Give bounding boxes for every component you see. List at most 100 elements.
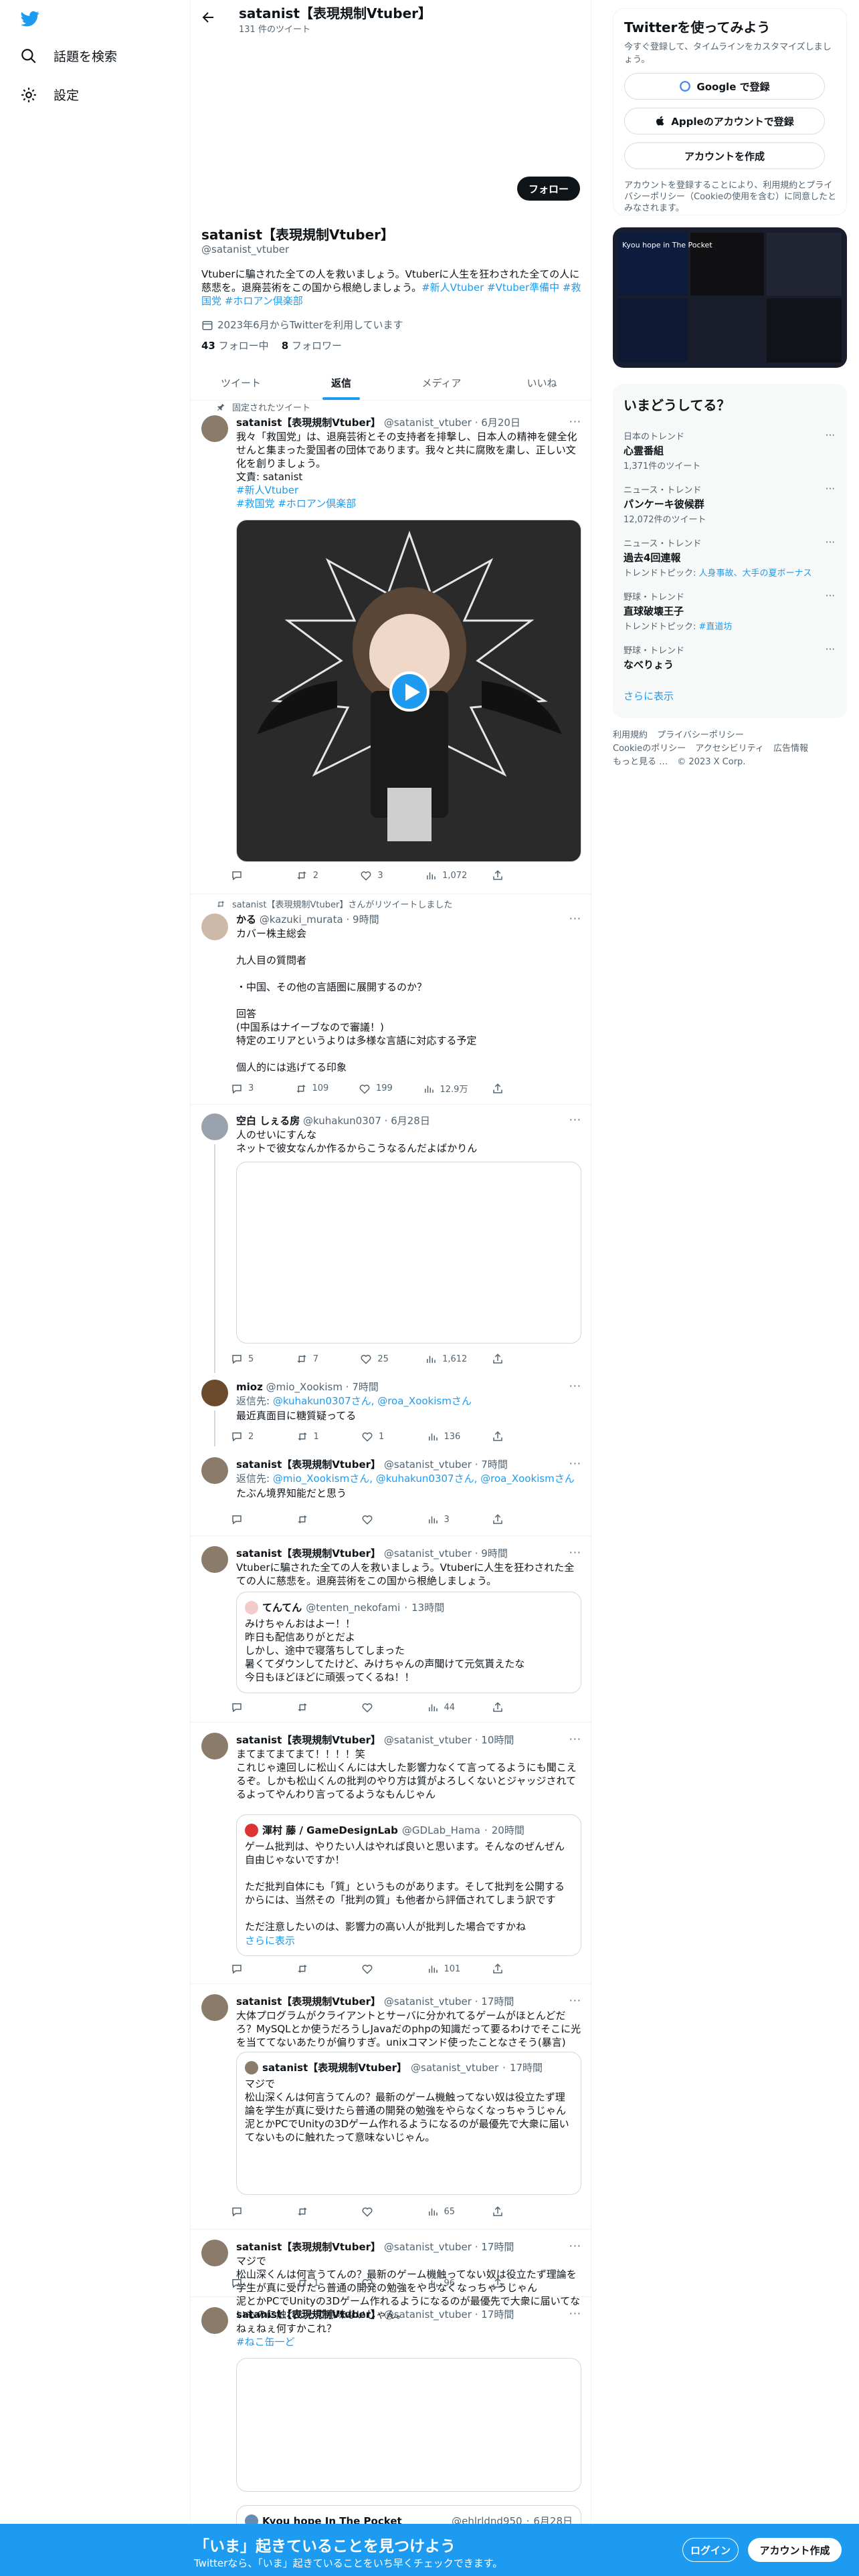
tweet-hashtags[interactable]: #新人Vtuber #救国党 #ホロアン倶楽部	[236, 484, 356, 510]
retweet-button[interactable]: 1	[296, 2277, 337, 2289]
views-button[interactable]: 3	[427, 1513, 467, 1525]
share-button[interactable]	[492, 869, 532, 881]
tweet-hashtags[interactable]: #ねこ缶一ど	[236, 2336, 295, 2348]
nav-explore[interactable]: 話題を検索	[20, 47, 117, 65]
retweet-button[interactable]: 1	[296, 1430, 337, 1442]
footer-link[interactable]: プライバシーポリシー	[657, 730, 744, 740]
avatar[interactable]	[201, 1380, 228, 1406]
tweet-quote[interactable]: satanist【表現規制Vtuber】 @satanist_vtuber · …	[191, 1985, 591, 2230]
login-button[interactable]: ログイン	[682, 2538, 739, 2562]
more-icon[interactable]: ···	[826, 590, 835, 602]
trend-item[interactable]: 日本のトレンド 心霊番組 1,371件のツイート ···	[624, 429, 835, 471]
reply-button[interactable]: 2	[231, 1430, 271, 1442]
quoted-tweet[interactable]: satanist【表現規制Vtuber】 @satanist_vtuber · 17時…	[236, 2052, 581, 2195]
like-button[interactable]	[361, 2206, 401, 2218]
share-button[interactable]	[492, 2277, 532, 2289]
more-icon[interactable]: ···	[826, 483, 835, 495]
more-icon[interactable]: ···	[569, 1457, 581, 1470]
avatar[interactable]	[201, 1546, 228, 1573]
following-link[interactable]: 43 フォロー中	[201, 340, 269, 352]
trend-item[interactable]: ニュース・トレンド パンケーキ彼候群 12,072件のツイート ···	[624, 483, 835, 525]
trend-item[interactable]: 野球・トレンド なべりょう ···	[624, 643, 835, 671]
tweet-reply[interactable]: satanist【表現規制Vtuber】 @satanist_vtuber · …	[191, 1446, 591, 1536]
retweet-button[interactable]	[296, 2206, 337, 2218]
footer-link[interactable]: Cookieのポリシー	[613, 744, 686, 754]
retweet-button[interactable]	[296, 1513, 337, 1525]
footer-link[interactable]: 広告情報	[773, 744, 808, 754]
apple-signup-button[interactable]: Appleのアカウントで登録	[624, 108, 825, 134]
twitter-bird-icon[interactable]	[20, 9, 40, 28]
reply-button[interactable]	[231, 2206, 271, 2218]
media-grid[interactable]: Kyou hope in The Pocket	[613, 227, 847, 368]
more-icon[interactable]: ···	[569, 1733, 581, 1745]
share-button[interactable]	[492, 2206, 532, 2218]
share-button[interactable]	[492, 1430, 532, 1442]
media-thumb[interactable]	[767, 233, 842, 296]
trend-item[interactable]: 野球・トレンド 直球破壊王子 トレンドトピック: #直道坊 ···	[624, 590, 835, 632]
followers-link[interactable]: 8 フォロワー	[282, 340, 342, 352]
more-icon[interactable]: ···	[569, 1546, 581, 1559]
media-thumb[interactable]	[767, 298, 842, 362]
views-button[interactable]: 65	[427, 2206, 467, 2218]
tweet[interactable]: satanist【表現規制Vtuber】 @satanist_vtuber · …	[191, 2298, 591, 2545]
footer-link[interactable]: もっと見る …	[613, 757, 668, 767]
tweet-media-placeholder[interactable]	[236, 1162, 581, 1344]
retweet-button[interactable]: 109	[295, 1082, 335, 1095]
share-button[interactable]	[492, 1513, 532, 1525]
share-button[interactable]	[492, 1701, 532, 1713]
quoted-tweet[interactable]: てんてん @tenten_nekofami · 13時間 みけちゃんおはよー！！ 昨日…	[236, 1592, 581, 1693]
reply-button[interactable]	[231, 1513, 271, 1525]
google-signup-button[interactable]: Google で登録	[624, 73, 825, 100]
tab-likes[interactable]: いいね	[492, 365, 591, 400]
tweet-reply[interactable]: mioz @mio_Xookism · 7時間 ··· 返信先: @kuhaku…	[191, 1373, 591, 1446]
media-thumb[interactable]	[618, 298, 688, 362]
like-button[interactable]: 3	[360, 869, 400, 881]
footer-link[interactable]: アクセシビリティ	[695, 744, 764, 754]
tweet[interactable]: satanist【表現規制Vtuber】 @satanist_vtuber · …	[191, 2230, 591, 2321]
follow-button[interactable]: フォロー	[517, 177, 580, 201]
avatar[interactable]	[201, 2240, 228, 2266]
footer-link[interactable]: 利用規約	[613, 730, 648, 740]
like-button[interactable]: 25	[360, 1353, 400, 1365]
reply-button[interactable]	[231, 869, 271, 881]
like-button[interactable]: 199	[359, 1082, 399, 1095]
avatar[interactable]	[201, 1457, 228, 1484]
like-button[interactable]	[361, 2277, 401, 2289]
more-icon[interactable]: ···	[569, 1994, 581, 2007]
tweet-pinned[interactable]: 固定されたツイート satanist【表現規制Vtuber】 @satanist…	[191, 401, 591, 894]
reply-button[interactable]	[231, 1963, 271, 1975]
avatar[interactable]	[201, 2307, 228, 2334]
share-button[interactable]	[492, 1963, 532, 1975]
like-button[interactable]	[361, 1963, 401, 1975]
quoted-tweet[interactable]: 渾村 藤 / GameDesignLab @GDLab_Hama · 20時間 ゲーム…	[236, 1814, 581, 1956]
media-thumb[interactable]	[690, 298, 764, 362]
views-button[interactable]: 1,612	[425, 1353, 467, 1365]
tweet-video[interactable]	[236, 520, 581, 862]
nav-settings[interactable]: 設定	[20, 86, 79, 104]
tweet-quote[interactable]: satanist【表現規制Vtuber】 @satanist_vtuber · …	[191, 1723, 591, 1984]
more-icon[interactable]: ···	[569, 912, 581, 925]
retweet-button[interactable]	[296, 1963, 337, 1975]
tab-replies[interactable]: 返信	[291, 365, 391, 400]
views-button[interactable]: 12.9万	[423, 1082, 468, 1095]
create-account-button[interactable]: アカウントを作成	[624, 142, 825, 169]
like-button[interactable]	[361, 1513, 401, 1525]
reply-button[interactable]: 5	[231, 1353, 271, 1365]
tab-media[interactable]: メディア	[391, 365, 492, 400]
avatar[interactable]	[201, 415, 228, 442]
share-button[interactable]	[492, 1353, 532, 1365]
retweet-button[interactable]	[296, 1701, 337, 1713]
back-arrow-icon[interactable]	[200, 9, 216, 25]
more-icon[interactable]: ···	[826, 536, 835, 548]
avatar[interactable]	[201, 1994, 228, 2021]
tweet-thread-start[interactable]: 空白 しぇる房 @kuhakun0307 · 6月28日 ··· 人のせいにすん…	[191, 1105, 591, 1373]
tab-tweets[interactable]: ツイート	[191, 365, 291, 400]
show-more-trends[interactable]: さらに表示	[624, 689, 674, 703]
more-icon[interactable]: ···	[569, 1113, 581, 1126]
avatar[interactable]	[201, 914, 228, 940]
retweet-button[interactable]: 2	[296, 869, 336, 881]
share-button[interactable]	[492, 1082, 532, 1095]
views-button[interactable]: 44	[427, 1701, 467, 1713]
more-icon[interactable]: ···	[826, 643, 835, 655]
reply-button[interactable]	[231, 1701, 271, 1713]
